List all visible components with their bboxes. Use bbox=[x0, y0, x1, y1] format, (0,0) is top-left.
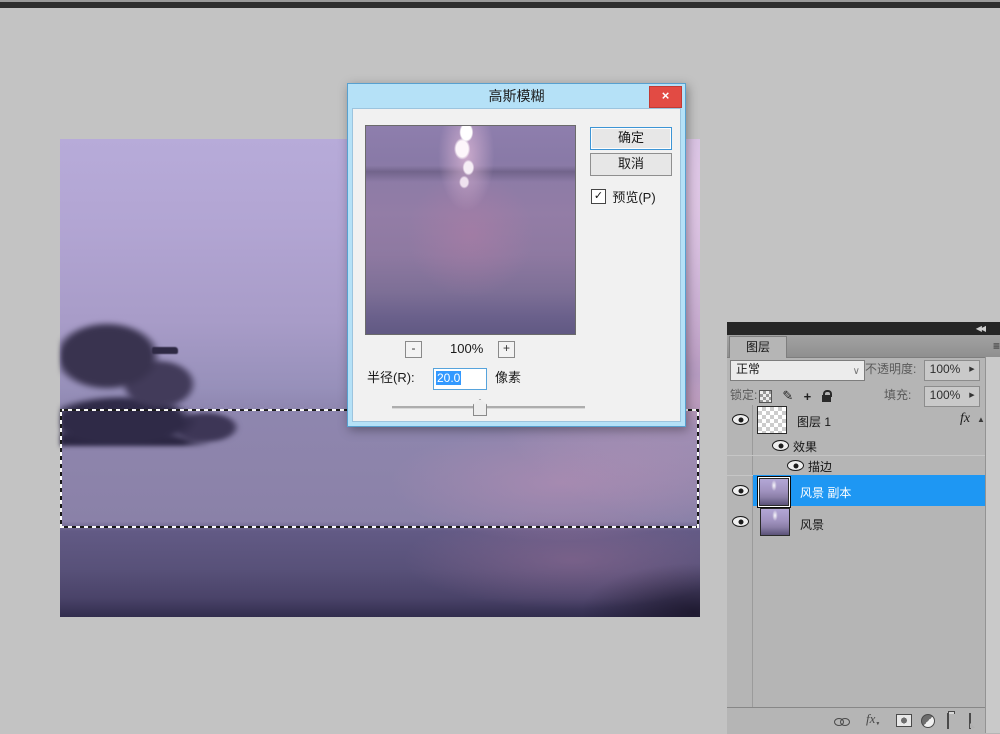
layer-list: 图层 1 fx ▲ 效果 描边 风景 副本 风景 bbox=[727, 405, 1000, 707]
background-thumbnail[interactable] bbox=[760, 508, 790, 536]
visibility-eye-icon[interactable] bbox=[732, 414, 749, 425]
copy-thumbnail-frame bbox=[757, 476, 791, 508]
opacity-label: 不透明度: bbox=[865, 362, 917, 376]
boat-silhouette bbox=[152, 347, 178, 354]
dialog-body: - 100% + 确定 取消 ✓ 预览(P) 半径(R): 20.0 像素 bbox=[352, 108, 681, 422]
chevron-down-icon: ∨ bbox=[852, 366, 860, 377]
layers-bottom-toolbar: fx▼ bbox=[727, 707, 1000, 734]
tab-layers[interactable]: 图层 bbox=[729, 336, 787, 358]
fx-badge[interactable]: fx bbox=[960, 411, 970, 427]
fx-text: fx bbox=[866, 711, 876, 726]
zoom-level: 100% bbox=[450, 341, 484, 356]
opacity-value[interactable]: 100% bbox=[924, 360, 966, 381]
minus-icon: - bbox=[411, 341, 416, 355]
selection-marquee-right bbox=[697, 409, 699, 528]
close-icon: × bbox=[661, 88, 670, 103]
visibility-eye-icon[interactable] bbox=[787, 460, 804, 471]
add-layer-mask-icon[interactable] bbox=[896, 714, 912, 727]
layer-style-fx-icon[interactable]: fx▼ bbox=[866, 711, 880, 727]
zoom-out-button[interactable]: - bbox=[405, 341, 422, 358]
layer-row-effects[interactable]: 效果 bbox=[727, 435, 985, 456]
radius-value: 20.0 bbox=[436, 371, 462, 385]
fill-label: 填充: bbox=[884, 388, 912, 402]
collapse-panel-icon[interactable]: ◀◀ bbox=[976, 322, 986, 335]
panel-header-bar: ◀◀ bbox=[727, 322, 1000, 335]
plus-icon: + bbox=[502, 341, 510, 355]
window-top-edge bbox=[0, 0, 1000, 9]
preview-checkbox[interactable]: ✓ bbox=[591, 189, 606, 204]
selection-marquee-left bbox=[60, 409, 62, 528]
check-icon: ✓ bbox=[593, 190, 604, 202]
panel-tab-row: 图层 ≡ bbox=[727, 335, 1000, 358]
layer-name[interactable]: 风景 bbox=[800, 516, 824, 533]
spinner-arrow-icon: ▶ bbox=[969, 392, 975, 399]
layer-row-layer1[interactable]: 图层 1 fx ▲ bbox=[727, 405, 985, 435]
effects-label[interactable]: 效果 bbox=[793, 438, 817, 455]
tiny-arrow-icon: ▼ bbox=[875, 722, 881, 727]
visibility-eye-icon[interactable] bbox=[732, 516, 749, 527]
link-layers-icon[interactable] bbox=[834, 717, 850, 726]
zoom-in-button[interactable]: + bbox=[498, 341, 515, 358]
ok-button[interactable]: 确定 bbox=[590, 127, 672, 150]
visibility-eye-icon[interactable] bbox=[732, 485, 749, 496]
selection-marquee-bottom bbox=[60, 526, 699, 528]
lock-icons-group: ✎ + bbox=[759, 388, 832, 404]
radius-section: 半径(R): 20.0 像素 bbox=[367, 368, 667, 418]
collapse-effects-icon[interactable]: ▲ bbox=[977, 415, 985, 424]
new-layer-icon[interactable] bbox=[969, 713, 971, 729]
layer-name[interactable]: 图层 1 bbox=[797, 413, 831, 430]
radius-slider-track[interactable] bbox=[392, 406, 585, 409]
blend-mode-value: 正常 bbox=[736, 362, 761, 376]
layer-row-background[interactable]: 风景 bbox=[727, 506, 985, 537]
lock-pixels-icon[interactable]: ✎ bbox=[782, 388, 793, 404]
selected-row-highlight[interactable]: 风景 副本 bbox=[753, 475, 985, 508]
fill-value[interactable]: 100% bbox=[924, 386, 966, 407]
trees-silhouette bbox=[60, 291, 295, 446]
radius-label: 半径(R): bbox=[367, 370, 415, 385]
panel-scrollbar[interactable] bbox=[985, 357, 1000, 733]
opacity-spinner[interactable]: ▶ bbox=[965, 360, 980, 381]
lock-label: 锁定: bbox=[730, 388, 758, 402]
layer1-thumbnail[interactable] bbox=[757, 406, 787, 434]
gaussian-blur-dialog: 高斯模糊 × - 100% + 确定 取消 ✓ 预览(P) 半径(R): 20.… bbox=[347, 83, 686, 427]
copy-thumbnail[interactable] bbox=[759, 478, 789, 506]
radius-input[interactable]: 20.0 bbox=[433, 368, 487, 390]
preview-checkbox-label[interactable]: 预览(P) bbox=[612, 190, 655, 205]
blend-row: 正常 ∨ 不透明度: 100% ▶ bbox=[727, 360, 985, 382]
blend-mode-dropdown[interactable]: 正常 ∨ bbox=[730, 360, 865, 381]
visibility-eye-icon[interactable] bbox=[772, 440, 789, 451]
lock-all-icon[interactable] bbox=[821, 390, 832, 402]
stroke-label[interactable]: 描边 bbox=[808, 458, 832, 475]
adjustment-layer-icon[interactable] bbox=[921, 714, 935, 728]
cancel-button[interactable]: 取消 bbox=[590, 153, 672, 176]
blur-preview-image[interactable] bbox=[365, 125, 576, 335]
layer-row-stroke[interactable]: 描边 bbox=[727, 455, 985, 476]
layer-name[interactable]: 风景 副本 bbox=[800, 484, 851, 501]
layers-panel: ◀◀ 图层 ≡ 正常 ∨ 不透明度: 100% ▶ 锁定: ✎ + 填充: 10… bbox=[727, 322, 1000, 734]
lock-transparency-icon[interactable] bbox=[759, 389, 772, 403]
spinner-arrow-icon: ▶ bbox=[969, 366, 975, 373]
new-group-icon[interactable] bbox=[947, 713, 949, 729]
radius-slider-thumb[interactable] bbox=[473, 399, 487, 416]
fill-spinner[interactable]: ▶ bbox=[965, 386, 980, 407]
close-button[interactable]: × bbox=[649, 86, 682, 108]
preview-checkbox-row: ✓ 预览(P) bbox=[591, 187, 656, 206]
lock-position-icon[interactable]: + bbox=[804, 389, 812, 404]
radius-unit-label: 像素 bbox=[495, 370, 522, 385]
dialog-title: 高斯模糊 bbox=[488, 88, 545, 104]
panel-menu-icon[interactable]: ≡ bbox=[993, 339, 1000, 353]
